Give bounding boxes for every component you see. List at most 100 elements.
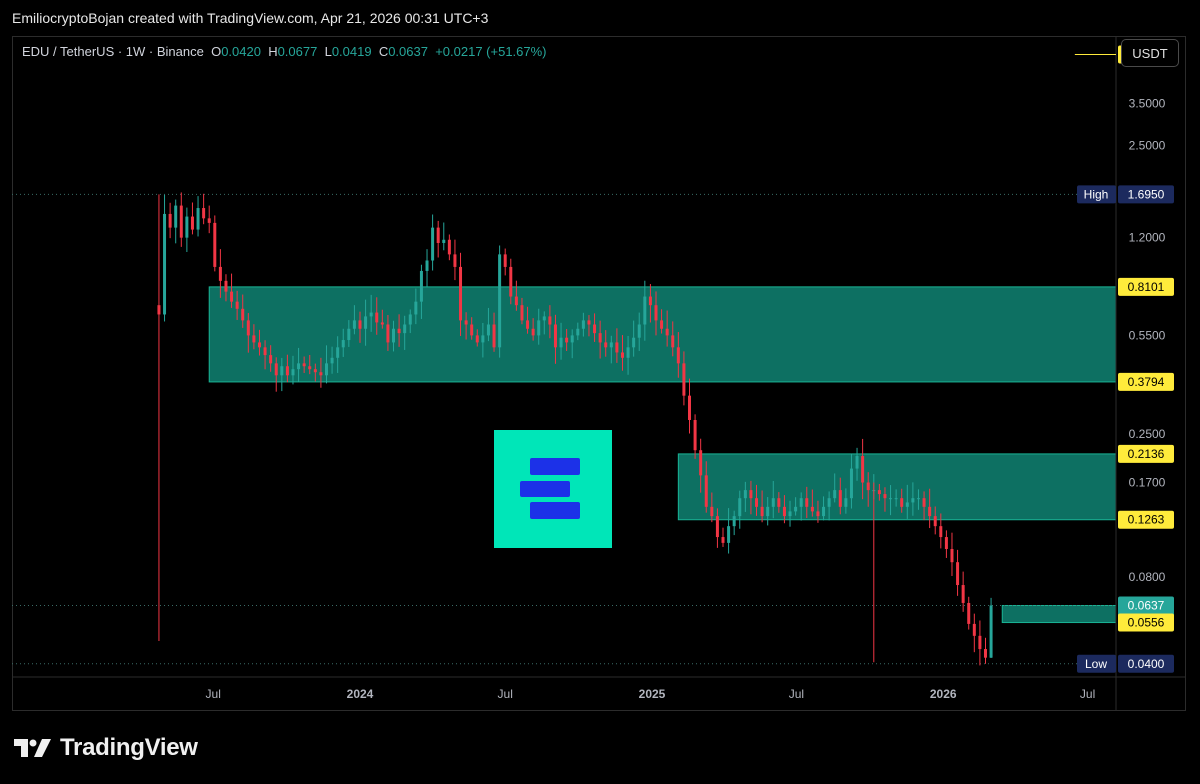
price-tick: 0.2500 xyxy=(1129,427,1166,441)
tradingview-logo-icon xyxy=(14,739,51,757)
price-tick: 0.5500 xyxy=(1129,328,1166,342)
time-tick: 2026 xyxy=(930,687,957,701)
candle-body xyxy=(905,502,909,507)
candle-body xyxy=(967,602,971,624)
zone-lower[interactable] xyxy=(1001,604,1117,624)
candle-body xyxy=(436,227,440,243)
candle-body xyxy=(280,366,284,376)
dotted-lines-layer xyxy=(12,193,1116,665)
candle[interactable] xyxy=(207,205,211,234)
candle-body xyxy=(715,516,719,538)
candle[interactable] xyxy=(447,234,451,261)
candle-body xyxy=(336,347,340,358)
candle-body xyxy=(604,342,608,348)
candle[interactable] xyxy=(202,193,206,225)
candle[interactable] xyxy=(157,194,161,641)
candle-body xyxy=(431,227,435,261)
candle-body xyxy=(956,562,960,586)
candle[interactable] xyxy=(168,202,172,239)
candle-body xyxy=(983,649,987,658)
legend-change: +0.0217 (+51.67%) xyxy=(435,44,547,59)
candle[interactable] xyxy=(442,222,446,251)
candle[interactable] xyxy=(503,248,507,276)
candle-body xyxy=(933,516,937,527)
candles-layer xyxy=(157,192,993,666)
candle-body xyxy=(816,511,820,517)
candle[interactable] xyxy=(190,202,194,235)
candle-body xyxy=(648,296,652,306)
candle-body xyxy=(553,324,557,348)
label-0-3794-value: 0.3794 xyxy=(1128,375,1165,389)
candle[interactable] xyxy=(944,530,948,558)
candle-body xyxy=(542,316,546,321)
candle-body xyxy=(771,498,775,507)
candle[interactable] xyxy=(950,532,954,576)
label-0-8101: 0.8101 xyxy=(1118,277,1174,296)
candle[interactable] xyxy=(453,239,457,281)
price-tick: 2.5000 xyxy=(1129,139,1166,153)
candle-body xyxy=(213,222,217,267)
candle-body xyxy=(576,328,580,336)
candle[interactable] xyxy=(972,613,976,653)
candle-body xyxy=(721,537,725,543)
candle-body xyxy=(738,498,742,517)
candle[interactable] xyxy=(436,220,440,258)
candle[interactable] xyxy=(983,637,987,664)
candle[interactable] xyxy=(967,596,971,630)
candle-body xyxy=(526,320,530,329)
candle-body xyxy=(620,352,624,358)
candle[interactable] xyxy=(721,527,725,547)
currency-button[interactable]: USDT xyxy=(1121,39,1179,67)
candle[interactable] xyxy=(185,207,189,252)
candle[interactable] xyxy=(687,378,691,434)
candle-body xyxy=(939,526,943,538)
legend-low-key: L xyxy=(324,44,332,59)
candle-body xyxy=(492,324,496,348)
candle-body xyxy=(185,216,189,238)
candle[interactable] xyxy=(989,597,993,658)
candle-body xyxy=(168,213,172,228)
candle-body xyxy=(699,450,703,476)
candle-body xyxy=(570,335,574,343)
candle-body xyxy=(308,366,312,370)
candle[interactable] xyxy=(163,194,167,322)
candle[interactable] xyxy=(174,199,178,244)
candle-body xyxy=(794,506,798,512)
candle[interactable] xyxy=(431,214,435,271)
label-0-3794: 0.3794 xyxy=(1118,372,1174,391)
price-chart[interactable]: 3.5000 2.5000 1.2000 0.5500 0.2500 0.1700 0.08… xyxy=(0,0,1200,784)
candle[interactable] xyxy=(978,620,982,666)
candle-body xyxy=(548,316,552,325)
candle[interactable] xyxy=(498,245,502,358)
zone-upper[interactable] xyxy=(208,286,1117,383)
candle[interactable] xyxy=(956,549,960,596)
candle-body xyxy=(230,291,234,302)
zone-middle[interactable] xyxy=(677,453,1117,521)
candle-body xyxy=(263,347,267,356)
candle-body xyxy=(269,355,273,364)
candle-body xyxy=(291,369,295,376)
tradingview-logo[interactable]: TradingView xyxy=(14,734,198,762)
candle-body xyxy=(777,498,781,507)
candle-body xyxy=(749,490,753,499)
candle-body xyxy=(844,498,848,507)
label-0-2136-value: 0.2136 xyxy=(1128,447,1165,461)
legend-low: 0.0419 xyxy=(331,44,372,59)
candle[interactable] xyxy=(693,414,697,459)
time-axis: Jul 2024 Jul 2025 Jul 2026 Jul xyxy=(206,687,1096,701)
label-0-1263: 0.1263 xyxy=(1118,510,1174,529)
candle-body xyxy=(883,494,887,499)
candle[interactable] xyxy=(425,249,429,287)
candle[interactable] xyxy=(196,196,200,237)
edu-logo xyxy=(494,430,612,548)
label-0-2136: 0.2136 xyxy=(1118,444,1174,463)
candle-body xyxy=(520,305,524,321)
candle[interactable] xyxy=(213,215,217,272)
candle[interactable] xyxy=(179,192,183,247)
label-0-0556: 0.0556 xyxy=(1118,613,1174,632)
candle-body xyxy=(324,363,328,376)
candle-body xyxy=(900,498,904,507)
legend-open: 0.0420 xyxy=(221,44,261,59)
candle-body xyxy=(788,511,792,517)
label-0-0556-value: 0.0556 xyxy=(1128,616,1165,630)
